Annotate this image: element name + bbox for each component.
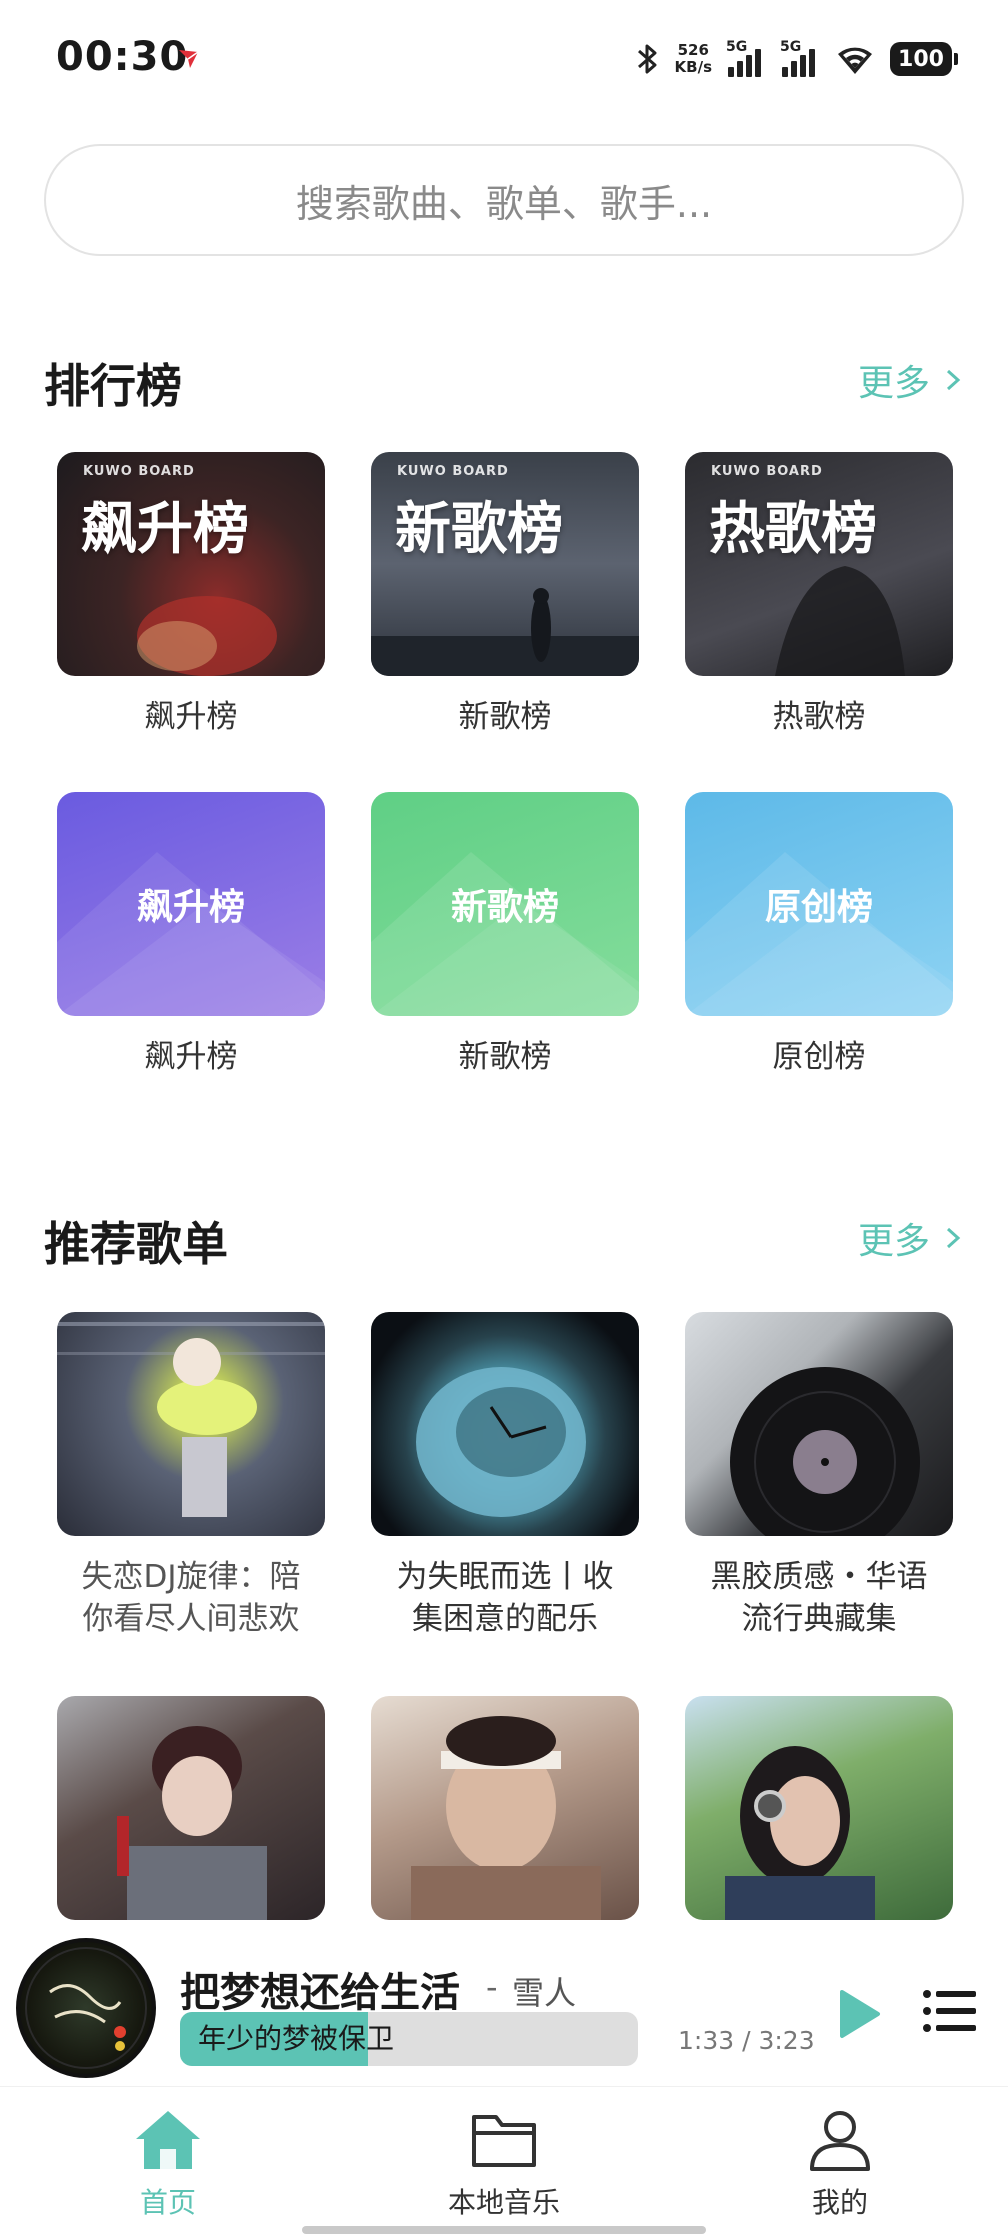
playlist-cover xyxy=(371,1312,639,1536)
playlist-cover xyxy=(57,1696,325,1920)
net-speed-value: 526 xyxy=(677,41,709,59)
bluetooth-icon xyxy=(637,44,657,74)
chart-cover: KUWO BOARD 热歌榜 xyxy=(685,452,953,676)
song-artist: 雪人 xyxy=(512,1974,577,2012)
lyric-progress-bar[interactable]: 年少的梦被保卫 xyxy=(180,2012,638,2066)
chart-tile-original[interactable]: 原创榜 原创榜 xyxy=(685,792,953,1078)
chart-caption: 热歌榜 xyxy=(772,699,866,735)
cover-label: 新歌榜 xyxy=(395,497,563,562)
cover-art xyxy=(137,596,277,676)
folder-icon xyxy=(472,2115,536,2167)
status-icons: 526 KB/s 5G 5G 100 xyxy=(635,36,958,82)
cover-label: 原创榜 xyxy=(764,887,873,928)
chart-cover: 飙升榜 xyxy=(57,792,325,1016)
chart-cover: 新歌榜 xyxy=(371,792,639,1016)
chart-caption: 新歌榜 xyxy=(458,1039,552,1075)
playlists-more-link[interactable]: 更多 xyxy=(858,1212,962,1264)
playlist-cover xyxy=(371,1696,639,1920)
playlist-card[interactable]: 为失眠而选丨收 集困意的配乐 xyxy=(371,1312,639,1640)
search-input[interactable]: 搜索歌曲、歌单、歌手... xyxy=(44,144,964,256)
chart-tile-new-alt[interactable]: 新歌榜 新歌榜 xyxy=(371,792,639,1078)
nav-home-label: 首页 xyxy=(139,2186,196,2219)
playlist-caption: 失恋DJ旋律：陪 你看尽人间悲欢 xyxy=(81,1559,301,1637)
user-icon xyxy=(810,2111,870,2171)
playlist-card[interactable]: 黑胶质感・华语 流行典藏集 xyxy=(685,1312,953,1640)
playlist-cover xyxy=(57,1312,325,1536)
playlist-cover xyxy=(685,1696,953,1920)
bottom-nav: 首页 本地音乐 我的 xyxy=(0,2086,1008,2240)
playlist-card[interactable]: 失恋DJ旋律：陪 你看尽人间悲欢 xyxy=(57,1312,325,1640)
play-icon[interactable] xyxy=(838,1988,882,2040)
chart-caption: 飙升榜 xyxy=(144,1039,238,1075)
signal-label: 5G xyxy=(780,39,802,55)
chart-cover: KUWO BOARD 新歌榜 xyxy=(371,452,639,676)
chart-caption: 原创榜 xyxy=(772,1039,866,1075)
charts-section-title: 排行榜 xyxy=(44,359,182,413)
cover-label: 新歌榜 xyxy=(450,887,559,928)
net-speed-unit: KB/s xyxy=(674,58,712,76)
signal-label: 5G xyxy=(726,39,748,55)
signal-icon: 5G xyxy=(726,39,766,79)
net-speed: 526 KB/s xyxy=(675,42,712,76)
cover-label: 飙升榜 xyxy=(136,887,245,928)
chevron-right-icon xyxy=(946,369,961,391)
board-brand: KUWO BOARD xyxy=(397,464,509,479)
chart-tile-soaring[interactable]: KUWO BOARD 飙升榜 飙升榜 xyxy=(57,452,325,738)
nav-mine[interactable]: 我的 xyxy=(740,2107,940,2221)
chart-cover: 原创榜 xyxy=(685,792,953,1016)
status-bar: 00:30 526 KB/s 5G 5G 100 xyxy=(0,0,1008,120)
playlist-cover xyxy=(685,1312,953,1536)
home-indicator xyxy=(302,2226,706,2234)
chart-caption: 飙升榜 xyxy=(144,699,238,735)
song-separator: - xyxy=(486,1968,498,2006)
cover-label: 飙升榜 xyxy=(81,497,249,562)
song-title: 把梦想还给生活 xyxy=(180,1970,460,2016)
more-label: 更多 xyxy=(857,363,930,404)
mini-player[interactable]: 把梦想还给生活 - 雪人 年少的梦被保卫 1:33 / 3:23 xyxy=(0,1928,1008,2078)
playlist-caption: 黑胶质感・华语 流行典藏集 xyxy=(710,1559,928,1637)
chevron-right-icon xyxy=(946,1227,961,1249)
nav-mine-label: 我的 xyxy=(811,2186,868,2219)
chart-tile-hot[interactable]: KUWO BOARD 热歌榜 热歌榜 xyxy=(685,452,953,738)
wifi-icon xyxy=(838,47,872,74)
nav-home[interactable]: 首页 xyxy=(68,2107,268,2221)
playlists-section-title: 推荐歌单 xyxy=(44,1217,228,1271)
chart-tile-new[interactable]: KUWO BOARD 新歌榜 新歌榜 xyxy=(371,452,639,738)
board-brand: KUWO BOARD xyxy=(83,464,195,479)
signal-icon: 5G xyxy=(780,39,820,79)
nav-local-label: 本地音乐 xyxy=(447,2186,560,2219)
status-time: 00:30 xyxy=(56,34,189,80)
playlist-card[interactable] xyxy=(371,1696,639,1940)
home-icon xyxy=(136,2111,200,2169)
cover-art xyxy=(775,566,905,676)
more-label: 更多 xyxy=(857,1221,930,1262)
chart-caption: 新歌榜 xyxy=(458,699,552,735)
playback-time: 1:33 / 3:23 xyxy=(678,2026,815,2055)
chart-tile-soaring-alt[interactable]: 飙升榜 飙升榜 xyxy=(57,792,325,1078)
playlist-card[interactable] xyxy=(685,1696,953,1940)
album-disc[interactable] xyxy=(16,1938,156,2078)
cover-label: 热歌榜 xyxy=(709,497,877,562)
app-notification-icon xyxy=(179,50,199,68)
playlist-caption: 为失眠而选丨收 集困意的配乐 xyxy=(396,1559,614,1637)
nav-local-music[interactable]: 本地音乐 xyxy=(404,2107,604,2221)
chart-cover: KUWO BOARD 飙升榜 xyxy=(57,452,325,676)
playlist-icon[interactable] xyxy=(922,1988,976,2034)
lyric-text: 年少的梦被保卫 xyxy=(198,2022,395,2055)
playlist-card[interactable] xyxy=(57,1696,325,1940)
board-brand: KUWO BOARD xyxy=(711,464,823,479)
charts-more-link[interactable]: 更多 xyxy=(858,354,962,406)
battery-icon: 100 xyxy=(890,42,958,76)
cover-art xyxy=(371,588,639,676)
